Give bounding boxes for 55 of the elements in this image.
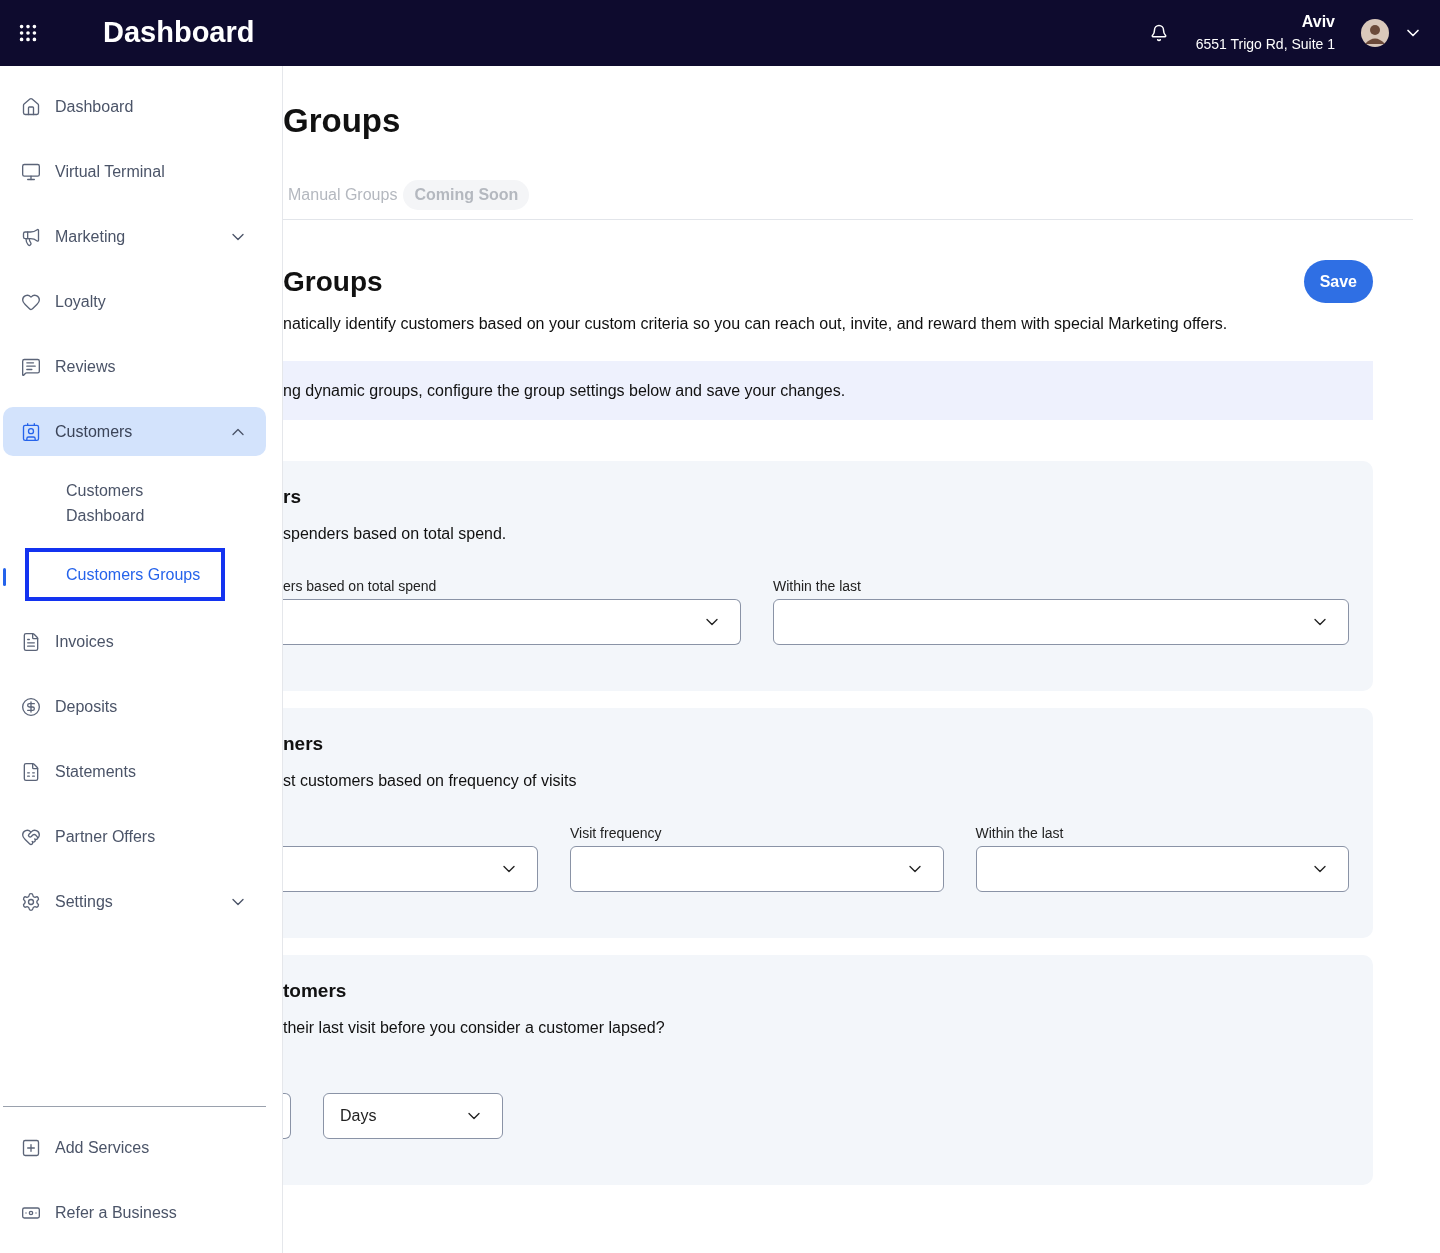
field-label: Visit frequency bbox=[570, 824, 663, 843]
contact-book-icon bbox=[21, 421, 41, 442]
card-title: tomers bbox=[283, 979, 348, 1003]
field-label: ers based on total spend bbox=[283, 577, 438, 596]
user-name: Aviv bbox=[1301, 12, 1335, 32]
sidebar-item[interactable]: Deposits bbox=[3, 682, 266, 731]
home-icon bbox=[21, 96, 41, 117]
card-description: their last visit before you consider a customer lapsed? bbox=[283, 1018, 666, 1038]
sidebar-item[interactable]: Virtual Terminal bbox=[3, 147, 266, 196]
section-description: natically identify customers based on your custom criteria so you can reach out, invite, and reward them with special Marketing offers. bbox=[283, 314, 1229, 334]
apps-grid-icon[interactable] bbox=[17, 22, 39, 44]
avatar[interactable] bbox=[1361, 19, 1389, 47]
settings-icon bbox=[21, 891, 41, 912]
plus-square-icon bbox=[21, 1137, 41, 1158]
card-title: ners bbox=[283, 732, 325, 756]
card-title: rs bbox=[283, 485, 302, 509]
sidebar-item[interactable]: Invoices bbox=[3, 617, 266, 666]
select-field[interactable] bbox=[283, 599, 741, 645]
notification-bell-icon[interactable] bbox=[1149, 24, 1168, 42]
sidebar-subitem[interactable]: Customers Groups bbox=[25, 548, 225, 601]
megaphone-icon bbox=[21, 226, 41, 247]
spreadsheet-icon bbox=[21, 761, 41, 782]
card-description: st customers based on frequency of visits bbox=[283, 771, 578, 791]
card-description: spenders based on total spend. bbox=[283, 524, 508, 544]
page-title: Groups bbox=[283, 101, 402, 141]
sidebar-item[interactable]: Dashboard bbox=[3, 82, 266, 131]
business-address: 6551 Trigo Rd, Suite 1 bbox=[1195, 35, 1335, 54]
sidebar-item[interactable]: Statements bbox=[3, 747, 266, 796]
field-label: Within the last bbox=[975, 824, 1065, 843]
sidebar-item[interactable]: Loyalty bbox=[3, 277, 266, 326]
dollar-coin-icon bbox=[21, 696, 41, 717]
section-title: Groups bbox=[283, 264, 383, 299]
sidebar-item[interactable]: Customers bbox=[3, 407, 266, 456]
sidebar-item[interactable]: Partner Offers bbox=[3, 812, 266, 861]
select-field[interactable] bbox=[773, 599, 1349, 645]
save-button[interactable]: Save bbox=[1303, 260, 1373, 303]
document-icon bbox=[21, 631, 41, 652]
coming-soon-badge: Coming Soon bbox=[403, 180, 530, 210]
sidebar-item[interactable]: Refer a Business bbox=[3, 1188, 266, 1237]
select-field[interactable] bbox=[570, 846, 944, 892]
sidebar-item[interactable]: Reviews bbox=[3, 342, 266, 391]
sidebar-item[interactable]: Add Services bbox=[3, 1123, 266, 1172]
sidebar-subitem[interactable]: Customers Dashboard bbox=[25, 464, 225, 542]
active-indicator bbox=[3, 568, 6, 586]
number-field[interactable] bbox=[283, 1093, 291, 1139]
select-field[interactable] bbox=[975, 846, 1349, 892]
field-label: Within the last bbox=[773, 577, 862, 596]
sidebar-item[interactable]: Marketing bbox=[3, 212, 266, 261]
monitor-icon bbox=[21, 161, 41, 182]
sidebar-item[interactable]: Settings bbox=[3, 877, 266, 926]
info-banner: ng dynamic groups, configure the group settings below and save your changes. bbox=[283, 361, 1373, 420]
message-icon bbox=[21, 356, 41, 377]
select-field[interactable]: Days bbox=[323, 1093, 503, 1139]
app-title: Dashboard bbox=[103, 15, 255, 51]
select-field[interactable] bbox=[283, 846, 538, 892]
